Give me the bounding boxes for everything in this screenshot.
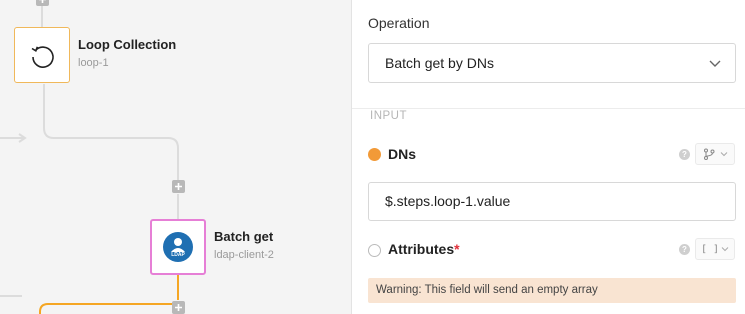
operation-label: Operation [368,15,430,31]
operation-select[interactable]: Batch get by DNs [368,43,736,83]
help-icon[interactable]: ? [679,244,690,255]
field-label-dns: DNs [388,146,417,162]
add-step-button[interactable] [36,0,49,6]
field-status-empty-icon [368,244,381,257]
plus-icon [175,304,182,311]
required-marker: * [454,241,460,257]
plus-icon [175,183,182,190]
add-step-button[interactable] [172,301,185,314]
ldap-icon-text: LDAP [171,252,185,258]
field-mode-button[interactable]: [ ] [695,238,735,260]
step-config-panel: Operation Batch get by DNs INPUT DNs ? $… [351,0,745,314]
operation-select-value: Batch get by DNs [385,55,494,71]
branch-icon [703,148,714,160]
section-divider [352,108,745,109]
field-status-filled-icon [368,148,381,161]
array-brackets-icon: [ ] [700,243,720,255]
empty-array-warning: Warning: This field will send an empty a… [368,278,736,303]
field-label-attributes: Attributes* [388,241,460,257]
node-subtitle: ldap-client-2 [214,249,274,261]
field-mode-button[interactable] [695,143,735,165]
node-subtitle: loop-1 [78,57,109,69]
chevron-down-icon [709,60,721,67]
ldap-icon: LDAP [163,232,193,262]
node-title: Batch get [214,229,274,244]
dns-input[interactable]: $.steps.loop-1.value [368,182,736,221]
chevron-down-icon [720,152,727,157]
section-heading-input: INPUT [370,110,407,122]
add-step-button[interactable] [172,180,185,193]
loop-icon [31,46,54,68]
node-loop-collection[interactable] [14,27,70,83]
plus-icon [39,0,46,3]
field-label-text: Attributes [388,241,455,257]
help-icon[interactable]: ? [679,149,690,160]
node-batch-get[interactable]: LDAP [150,219,206,275]
workflow-canvas[interactable]: Loop Collection loop-1 LDAP Batch get ld… [0,0,351,314]
node-title: Loop Collection [78,37,177,52]
chevron-down-icon [721,247,729,252]
